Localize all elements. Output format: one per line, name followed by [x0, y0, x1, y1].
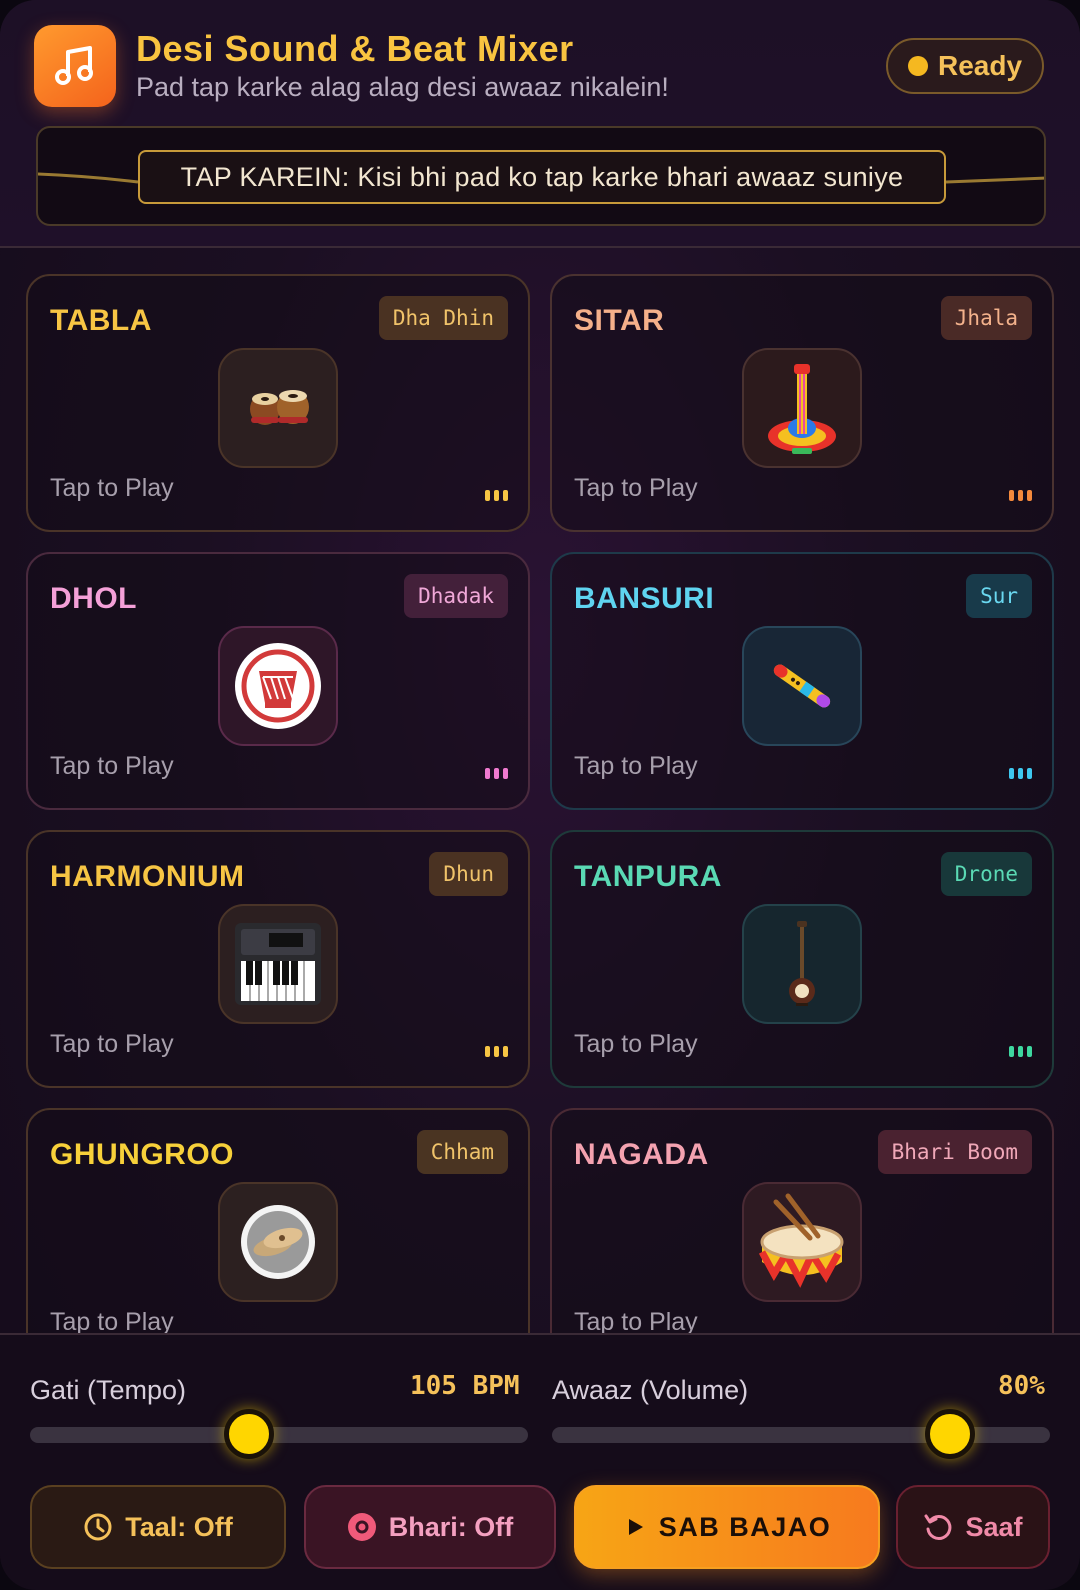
- pad-name: DHOL: [50, 582, 137, 615]
- reset-icon: [924, 1514, 952, 1540]
- tap-to-play-label: Tap to Play: [50, 1030, 174, 1058]
- level-dots: [485, 1046, 508, 1057]
- pad-tag: Bhari Boom: [877, 1130, 1032, 1174]
- status-text: Ready: [937, 50, 1023, 81]
- app-subtitle: Pad tap karke alag alag desi awaaz nikal…: [136, 72, 669, 102]
- pad-tag: Sur: [966, 574, 1032, 618]
- clear-button-label: Saaf: [965, 1511, 1023, 1542]
- volume-label: Awaaz (Volume): [552, 1375, 749, 1405]
- pad-name: TANPURA: [574, 860, 722, 893]
- play-icon: [628, 1519, 643, 1535]
- pad-name: BANSURI: [574, 582, 715, 615]
- pad-name: TABLA: [50, 304, 152, 337]
- tap-to-play-label: Tap to Play: [574, 1308, 698, 1333]
- flute-icon: [742, 626, 862, 746]
- tempo-slider-knob[interactable]: [224, 1409, 275, 1459]
- level-dots: [1009, 490, 1032, 501]
- dhol-icon: [218, 626, 338, 746]
- pad-grid: TABLA Dha Dhin Tap to Play SITAR Jhala T…: [0, 250, 1080, 1333]
- instruction-banner: TAP KAREIN: Kisi bhi pad ko tap karke bh…: [138, 150, 946, 204]
- pad-tabla[interactable]: TABLA Dha Dhin Tap to Play: [26, 274, 530, 532]
- bhari-button-label: Bhari: Off: [388, 1511, 514, 1542]
- pad-harmonium[interactable]: HARMONIUM Dhun Tap to Play: [26, 830, 530, 1088]
- header: Desi Sound & Beat Mixer Pad tap karke al…: [0, 0, 1080, 248]
- pad-tag: Dhadak: [404, 574, 508, 618]
- pad-ghungroo[interactable]: GHUNGROO Chham Tap to Play: [26, 1108, 530, 1333]
- level-dots: [1009, 768, 1032, 779]
- bhari-button[interactable]: Bhari: Off: [304, 1485, 556, 1569]
- tap-to-play-label: Tap to Play: [574, 752, 698, 780]
- pad-tag: Drone: [940, 852, 1032, 896]
- pad-tag: Dhun: [429, 852, 508, 896]
- sitar-icon: [742, 348, 862, 468]
- pad-tanpura[interactable]: TANPURA Drone Tap to Play: [550, 830, 1054, 1088]
- level-dots: [485, 768, 508, 779]
- music-note-icon: [34, 25, 116, 107]
- level-dots: [485, 490, 508, 501]
- tanpura-icon: [742, 904, 862, 1024]
- pad-sitar[interactable]: SITAR Jhala Tap to Play: [550, 274, 1054, 532]
- tap-to-play-label: Tap to Play: [574, 474, 698, 502]
- cymbal-icon: [218, 1182, 338, 1302]
- pad-name: GHUNGROO: [50, 1138, 234, 1171]
- waveform-banner: TAP KAREIN: Kisi bhi pad ko tap karke bh…: [36, 126, 1046, 226]
- taal-button[interactable]: Taal: Off: [30, 1485, 286, 1569]
- pad-bansuri[interactable]: BANSURI Sur Tap to Play: [550, 552, 1054, 810]
- volume-slider-knob[interactable]: [925, 1409, 976, 1459]
- tabla-icon: [218, 348, 338, 468]
- pad-nagada[interactable]: NAGADA Bhari Boom Tap to Play: [550, 1108, 1054, 1333]
- clock-icon: [84, 1513, 112, 1541]
- tap-to-play-label: Tap to Play: [50, 1308, 174, 1333]
- app-title: Desi Sound & Beat Mixer: [136, 28, 574, 69]
- volume-slider-track[interactable]: [552, 1427, 1050, 1443]
- pad-name: HARMONIUM: [50, 860, 245, 893]
- tempo-label: Gati (Tempo): [30, 1375, 187, 1405]
- taal-button-label: Taal: Off: [125, 1511, 233, 1542]
- pad-tag: Dha Dhin: [378, 296, 508, 340]
- pad-tag: Jhala: [940, 296, 1032, 340]
- tempo-slider-track[interactable]: [30, 1427, 528, 1443]
- play-all-button-label: SAB BAJAO: [658, 1511, 832, 1542]
- clear-button[interactable]: Saaf: [896, 1485, 1050, 1569]
- level-dots: [1009, 1046, 1032, 1057]
- pad-name: NAGADA: [574, 1138, 709, 1171]
- tempo-value: 105 BPM: [410, 1371, 520, 1401]
- tap-to-play-label: Tap to Play: [574, 1030, 698, 1058]
- pad-dhol[interactable]: DHOL Dhadak Tap to Play: [26, 552, 530, 810]
- play-all-button[interactable]: SAB BAJAO: [574, 1485, 880, 1569]
- app-window: Desi Sound & Beat Mixer Pad tap karke al…: [0, 0, 1080, 1590]
- control-panel: Gati (Tempo) 105 BPM Awaaz (Volume) 80% …: [0, 1333, 1080, 1590]
- pad-tag: Chham: [416, 1130, 508, 1174]
- tap-to-play-label: Tap to Play: [50, 752, 174, 780]
- status-dot-icon: [907, 56, 928, 76]
- tap-to-play-label: Tap to Play: [50, 474, 174, 502]
- record-icon: [347, 1513, 376, 1541]
- volume-value: 80%: [998, 1371, 1045, 1401]
- pad-name: SITAR: [574, 304, 665, 337]
- status-badge: Ready: [886, 38, 1044, 94]
- keyboard-icon: [218, 904, 338, 1024]
- drum-icon: [742, 1182, 862, 1302]
